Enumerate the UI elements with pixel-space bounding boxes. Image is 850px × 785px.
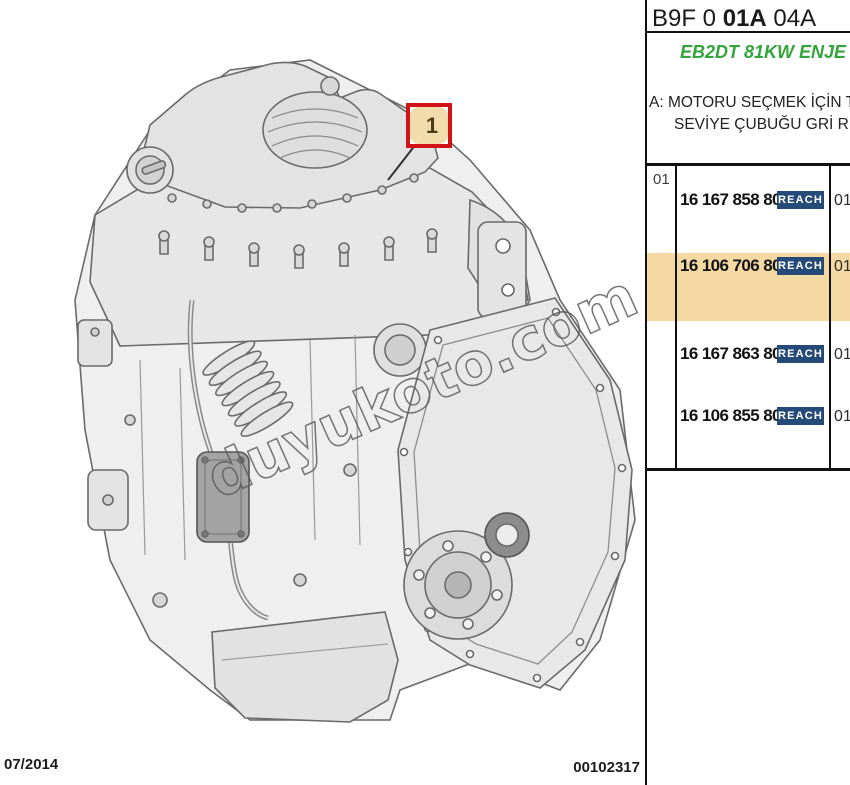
part-row-selected[interactable]: 16 106 706 80 REACH 01 [647,256,850,278]
part-row[interactable]: 16 106 855 80 REACH 01 [647,406,850,428]
reach-badge[interactable]: REACH [777,407,824,425]
reach-badge[interactable]: REACH [777,257,824,275]
part-row[interactable]: 16 167 863 80 REACH 01 [647,344,850,366]
parts-table: 01 16 167 858 80 REACH 01 16 106 706 80 … [647,163,850,471]
item-reference-number: 01 [653,171,670,188]
catalog-code-prefix: B9F 0 [652,5,723,32]
part-callout-fill: 1 [410,107,448,144]
part-number[interactable]: 16 106 706 80 [680,256,782,276]
reach-badge[interactable]: REACH [777,191,824,209]
panel-header: B9F 0 01A 04A [647,3,850,33]
catalog-code: B9F 0 01A 04A [652,5,816,33]
part-callout-label: 1 [425,112,439,138]
catalog-page: duyukoto.com 1 07/2014 00102317 B9F 0 01… [0,0,850,785]
part-quantity: 01 [834,346,850,363]
note-line-1: A: MOTORU SEÇMEK İÇİN T [649,94,850,111]
part-quantity: 01 [834,258,850,275]
figure-area: duyukoto.com 1 07/2014 00102317 [0,0,645,785]
catalog-code-suffix: 04A [766,5,817,32]
parts-panel: B9F 0 01A 04A EB2DT 81KW ENJE A: MOTORU … [645,0,850,785]
note-line-2: SEVİYE ÇUBUĞU GRİ R [674,116,849,133]
part-number[interactable]: 16 167 863 80 [680,344,782,364]
part-number[interactable]: 16 106 855 80 [680,406,782,426]
part-quantity: 01 [834,408,850,425]
part-callout-1[interactable]: 1 [406,103,452,148]
part-row[interactable]: 16 167 858 80 REACH 01 [647,190,850,212]
reach-badge[interactable]: REACH [777,345,824,363]
document-number: 00102317 [573,759,640,776]
part-quantity: 01 [834,192,850,209]
engine-illustration: duyukoto.com [74,59,645,723]
engine-variant-label: EB2DT 81KW ENJE [680,42,847,62]
part-number[interactable]: 16 167 858 80 [680,190,782,210]
catalog-code-main: 01A [722,5,767,32]
catalog-date: 07/2014 [4,756,59,773]
